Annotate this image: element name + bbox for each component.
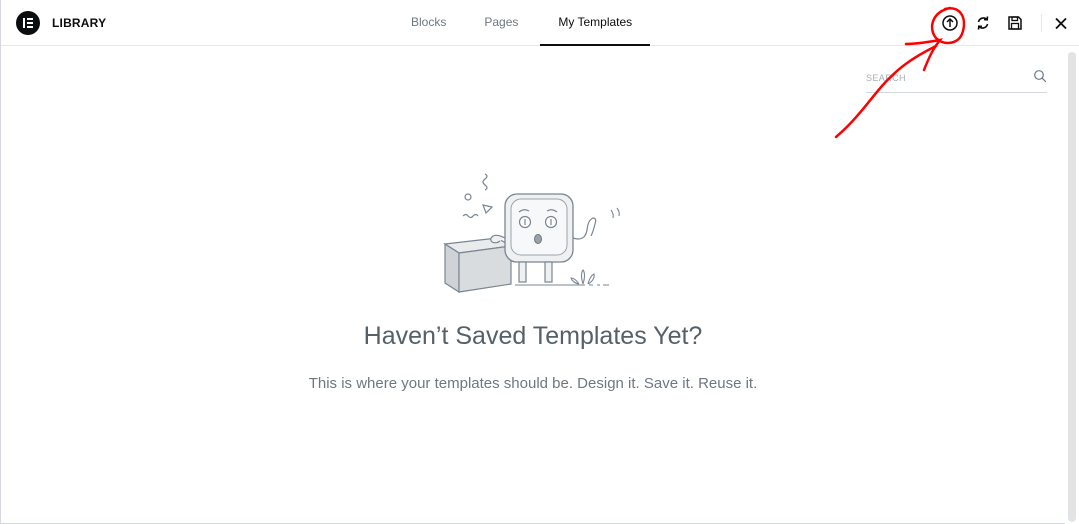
- library-title: LIBRARY: [52, 16, 107, 30]
- tab-my-templates[interactable]: My Templates: [540, 0, 651, 46]
- empty-state-title: Haven’t Saved Templates Yet?: [363, 322, 703, 350]
- sync-library-button[interactable]: [972, 12, 994, 34]
- import-template-button[interactable]: [939, 12, 961, 34]
- header-divider: [1041, 14, 1042, 32]
- sync-icon: [977, 16, 989, 30]
- library-tabs: Blocks Pages My Templates: [395, 0, 651, 46]
- empty-templates-illustration: [443, 173, 620, 294]
- import-icon: [942, 15, 958, 31]
- library-header: LIBRARY Blocks Pages My Templates: [1, 0, 1079, 46]
- library-modal: LIBRARY Blocks Pages My Templates SEARCH…: [0, 0, 1079, 524]
- empty-state-message: This is where your templates should be. …: [308, 375, 758, 392]
- elementor-logo-icon: [16, 11, 40, 35]
- template-search: [866, 64, 1047, 93]
- save-template-button[interactable]: [1004, 12, 1026, 34]
- scrollbar-thumb[interactable]: [1068, 52, 1076, 522]
- close-icon: [1055, 17, 1067, 30]
- tab-pages[interactable]: Pages: [468, 0, 534, 46]
- save-icon: [1008, 16, 1022, 30]
- search-input[interactable]: [866, 70, 1021, 86]
- tab-blocks[interactable]: Blocks: [395, 0, 462, 46]
- close-library-button[interactable]: [1050, 12, 1072, 34]
- search-icon[interactable]: [1033, 69, 1047, 83]
